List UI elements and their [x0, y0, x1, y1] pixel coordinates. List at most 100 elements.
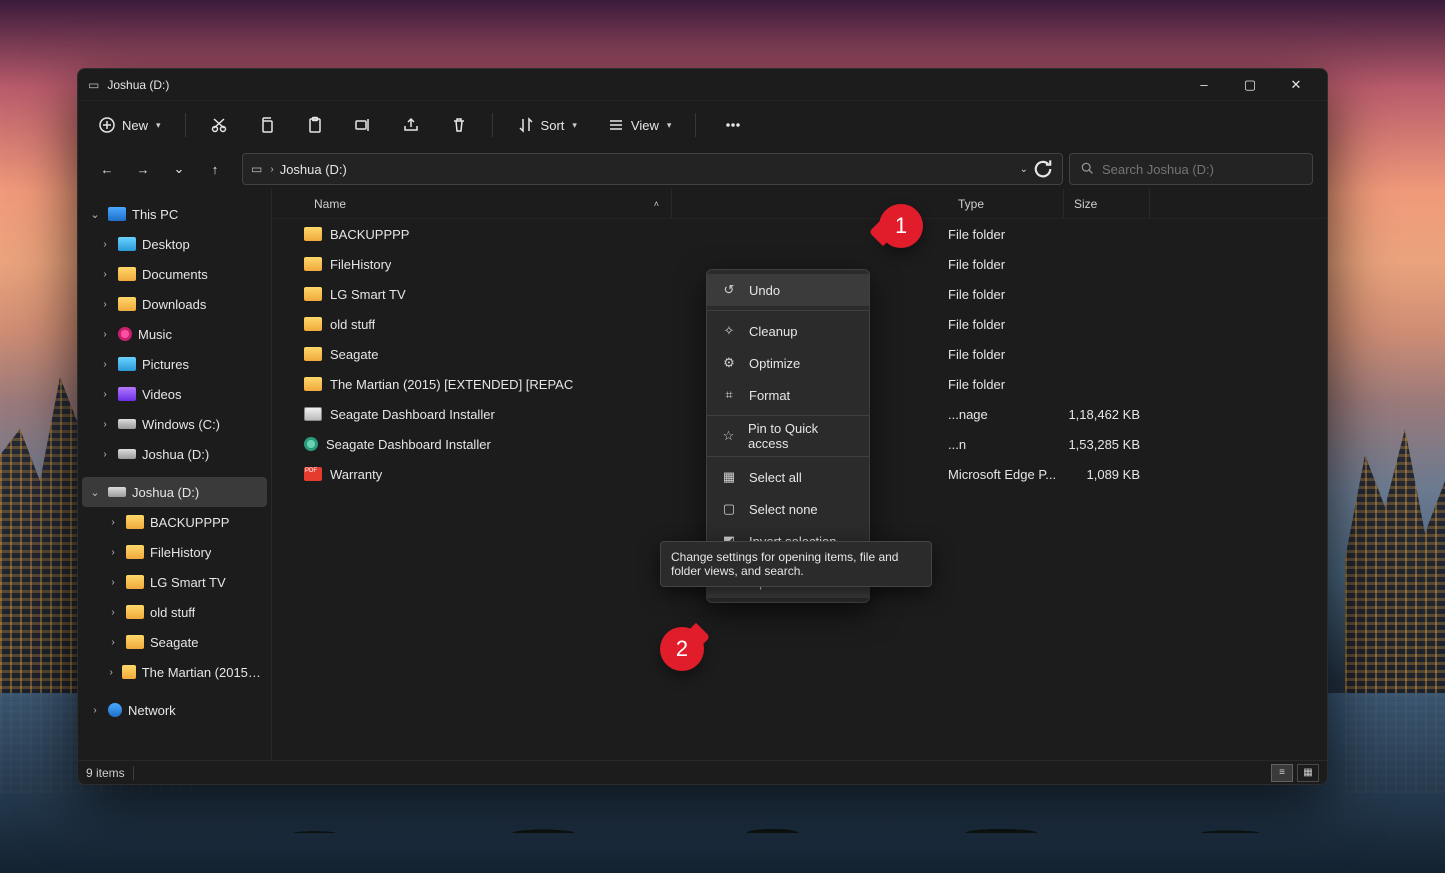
sidebar-item[interactable]: Pictures — [82, 349, 267, 379]
context-menu-item[interactable]: ⚙ Optimize — [707, 347, 869, 379]
context-menu-item[interactable]: ☆ Pin to Quick access — [707, 420, 869, 452]
cell-name: BACKUPPPP — [304, 227, 672, 242]
folder-icon — [304, 227, 322, 241]
sidebar-item[interactable]: Downloads — [82, 289, 267, 319]
chevron-right-icon[interactable] — [106, 547, 120, 558]
forward-button[interactable]: → — [128, 154, 158, 184]
chevron-right-icon[interactable] — [106, 577, 120, 588]
cut-button[interactable] — [204, 108, 234, 142]
window-title: Joshua (D:) — [107, 78, 169, 92]
column-type[interactable]: Type — [948, 189, 1064, 218]
chevron-down-icon[interactable]: ⌄ — [1020, 164, 1028, 175]
sidebar-item[interactable]: Seagate — [82, 627, 267, 657]
cell-name: Seagate Dashboard Installer — [304, 407, 672, 422]
file-name: FileHistory — [330, 257, 391, 272]
paste-button[interactable] — [300, 108, 330, 142]
delete-icon — [450, 116, 468, 134]
sidebar-item[interactable]: BACKUPPPP — [82, 507, 267, 537]
refresh-button[interactable] — [1030, 156, 1056, 182]
chevron-right-icon[interactable] — [98, 239, 112, 250]
sidebar-item[interactable]: Videos — [82, 379, 267, 409]
sidebar-item[interactable]: The Martian (2015) [EXTEN — [82, 657, 267, 687]
sidebar-item[interactable]: Desktop — [82, 229, 267, 259]
delete-button[interactable] — [444, 108, 474, 142]
chevron-right-icon[interactable] — [88, 705, 102, 716]
copy-button[interactable] — [252, 108, 282, 142]
sidebar-item-label: Windows (C:) — [142, 417, 220, 432]
sidebar-item-label: Downloads — [142, 297, 206, 312]
status-bar: 9 items ≡ ▦ — [78, 760, 1327, 784]
sidebar-item[interactable]: Music — [82, 319, 267, 349]
share-button[interactable] — [396, 108, 426, 142]
sidebar-item-label: Music — [138, 327, 172, 342]
new-button[interactable]: New ▾ — [92, 108, 167, 142]
sidebar-item[interactable]: LG Smart TV — [82, 567, 267, 597]
chevron-right-icon[interactable] — [106, 637, 120, 648]
chevron-right-icon[interactable] — [106, 667, 116, 678]
search-box[interactable] — [1069, 153, 1313, 185]
sidebar-item[interactable]: Documents — [82, 259, 267, 289]
maximize-button[interactable]: ▢ — [1227, 69, 1273, 101]
rename-button[interactable] — [348, 108, 378, 142]
sort-button[interactable]: Sort ▾ — [511, 108, 583, 142]
chevron-right-icon[interactable] — [106, 517, 120, 528]
context-menu-item[interactable]: ✧ Cleanup — [707, 315, 869, 347]
details-view-button[interactable]: ≡ — [1271, 764, 1293, 782]
sidebar-item-this-pc[interactable]: This PC — [82, 199, 267, 229]
sidebar-item[interactable]: FileHistory — [82, 537, 267, 567]
chevron-right-icon[interactable] — [98, 389, 112, 400]
cell-name: Seagate — [304, 347, 672, 362]
cell-type: File folder — [948, 347, 1064, 362]
cell-type: ...n — [948, 437, 1064, 452]
menu-item-label: Pin to Quick access — [748, 421, 855, 451]
video-icon — [118, 387, 136, 401]
chevron-right-icon[interactable] — [98, 299, 112, 310]
chevron-right-icon[interactable] — [98, 419, 112, 430]
menu-separator — [707, 415, 869, 416]
chevron-right-icon[interactable] — [98, 359, 112, 370]
sidebar-item[interactable]: Windows (C:) — [82, 409, 267, 439]
minimize-button[interactable]: – — [1181, 69, 1227, 101]
context-menu-item[interactable]: ▢ Select none — [707, 493, 869, 525]
folder-icon — [304, 287, 322, 301]
body: This PC Desktop Documents Downloads Musi… — [78, 189, 1327, 760]
view-button[interactable]: View ▾ — [601, 108, 677, 142]
new-icon — [98, 116, 116, 134]
context-menu-item[interactable]: ▦ Select all — [707, 461, 869, 493]
folder-icon — [304, 347, 322, 361]
recent-locations-button[interactable]: ⌄ — [164, 154, 194, 184]
breadcrumb[interactable]: › Joshua (D:) — [270, 162, 347, 177]
sidebar-item[interactable]: Joshua (D:) — [82, 439, 267, 469]
chevron-down-icon[interactable] — [88, 486, 102, 499]
address-bar[interactable]: ▭ › Joshua (D:) ⌄ — [242, 153, 1063, 185]
chevron-right-icon[interactable] — [106, 607, 120, 618]
context-menu-item[interactable]: ⌗ Format — [707, 379, 869, 411]
sidebar-item-drive-expanded[interactable]: Joshua (D:) — [82, 477, 267, 507]
chevron-right-icon[interactable] — [98, 329, 112, 340]
file-row[interactable]: BACKUPPPP File folder — [272, 219, 1327, 249]
back-button[interactable]: ← — [92, 154, 122, 184]
column-size[interactable]: Size — [1064, 189, 1150, 218]
menu-item-icon: ▢ — [721, 501, 737, 517]
sidebar-item-network[interactable]: Network — [82, 695, 267, 725]
titlebar[interactable]: ▭ Joshua (D:) – ▢ ✕ — [78, 69, 1327, 101]
column-name[interactable]: Name ˄ — [304, 189, 672, 218]
close-button[interactable]: ✕ — [1273, 69, 1319, 101]
thumbnails-view-button[interactable]: ▦ — [1297, 764, 1319, 782]
up-button[interactable]: ↑ — [200, 154, 230, 184]
navigation-pane[interactable]: This PC Desktop Documents Downloads Musi… — [78, 189, 272, 760]
folder-icon — [126, 545, 144, 559]
sidebar-item[interactable]: old stuff — [82, 597, 267, 627]
search-input[interactable] — [1102, 162, 1302, 177]
chevron-down-icon[interactable] — [88, 208, 102, 221]
cell-type: File folder — [948, 227, 1064, 242]
chevron-right-icon[interactable] — [98, 269, 112, 280]
chevron-right-icon[interactable] — [98, 449, 112, 460]
sidebar-item-label: Documents — [142, 267, 208, 282]
menu-item-icon: ⌗ — [721, 387, 737, 403]
menu-item-icon: ☆ — [721, 428, 736, 444]
drive-icon — [118, 419, 136, 429]
file-name: LG Smart TV — [330, 287, 406, 302]
more-button[interactable] — [714, 108, 752, 142]
context-menu-item[interactable]: ↺ Undo — [707, 274, 869, 306]
